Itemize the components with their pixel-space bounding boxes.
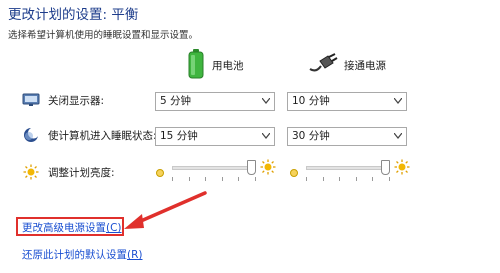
annotation-arrow: [124, 191, 207, 229]
advanced-power-settings-link[interactable]: 更改高级电源设置(C): [22, 220, 122, 235]
column-label-plugged-in: 接通电源: [344, 59, 386, 72]
sleep-plugged-in-select[interactable]: 30 分钟: [287, 127, 407, 146]
sleep-battery-select[interactable]: 15 分钟: [155, 127, 275, 146]
brightness-row-label: 调整计划亮度:: [20, 164, 115, 180]
sleep-battery-value: 15 分钟: [160, 130, 198, 142]
power-plug-icon: [308, 52, 338, 78]
brightness-bright-icon: [394, 159, 410, 179]
restore-defaults-link[interactable]: 还原此计划的默认设置(R): [22, 247, 143, 262]
column-label-battery: 用电池: [212, 59, 244, 72]
display-off-plugged-in-select[interactable]: 10 分钟: [287, 92, 407, 111]
brightness-battery-slider-thumb[interactable]: [247, 160, 256, 175]
brightness-battery-slider[interactable]: [172, 166, 256, 170]
chevron-down-icon: [262, 133, 270, 139]
battery-icon: [186, 48, 206, 83]
brightness-label: 调整计划亮度:: [48, 166, 115, 179]
brightness-bright-icon: [260, 159, 276, 179]
advanced-power-settings-accesskey: (C): [106, 222, 122, 234]
restore-defaults-link-text: 还原此计划的默认设置: [22, 249, 127, 261]
sun-brightness-icon: [20, 164, 42, 180]
brightness-plugged-in-slider[interactable]: [306, 166, 390, 170]
brightness-battery-ticks: [172, 177, 256, 181]
sleep-row-label: 使计算机进入睡眠状态:: [20, 127, 157, 143]
display-off-label: 关闭显示器:: [48, 94, 105, 107]
brightness-plugged-in-slider-thumb[interactable]: [381, 160, 390, 175]
sleep-plugged-in-value: 30 分钟: [292, 130, 330, 142]
chevron-down-icon: [394, 98, 402, 104]
display-off-row-label: 关闭显示器:: [20, 92, 104, 108]
page-subtitle: 选择希望计算机使用的睡眠设置和显示设置。: [8, 30, 199, 41]
column-header-plugged-in: 接通电源: [308, 48, 386, 82]
brightness-dim-icon: [155, 163, 165, 182]
chevron-down-icon: [262, 98, 270, 104]
monitor-icon: [20, 92, 42, 108]
restore-defaults-accesskey: (R): [127, 249, 143, 261]
brightness-dim-icon: [289, 163, 299, 182]
sleep-label: 使计算机进入睡眠状态:: [48, 129, 157, 142]
moon-sleep-icon: [20, 127, 42, 143]
display-off-battery-select[interactable]: 5 分钟: [155, 92, 275, 111]
display-off-plugged-in-value: 10 分钟: [292, 95, 330, 107]
brightness-plugged-in-ticks: [306, 177, 390, 181]
page-title: 更改计划的设置: 平衡: [8, 7, 139, 23]
chevron-down-icon: [394, 133, 402, 139]
display-off-battery-value: 5 分钟: [160, 95, 192, 107]
advanced-power-settings-link-text: 更改高级电源设置: [22, 222, 106, 234]
column-header-battery: 用电池: [186, 48, 244, 82]
